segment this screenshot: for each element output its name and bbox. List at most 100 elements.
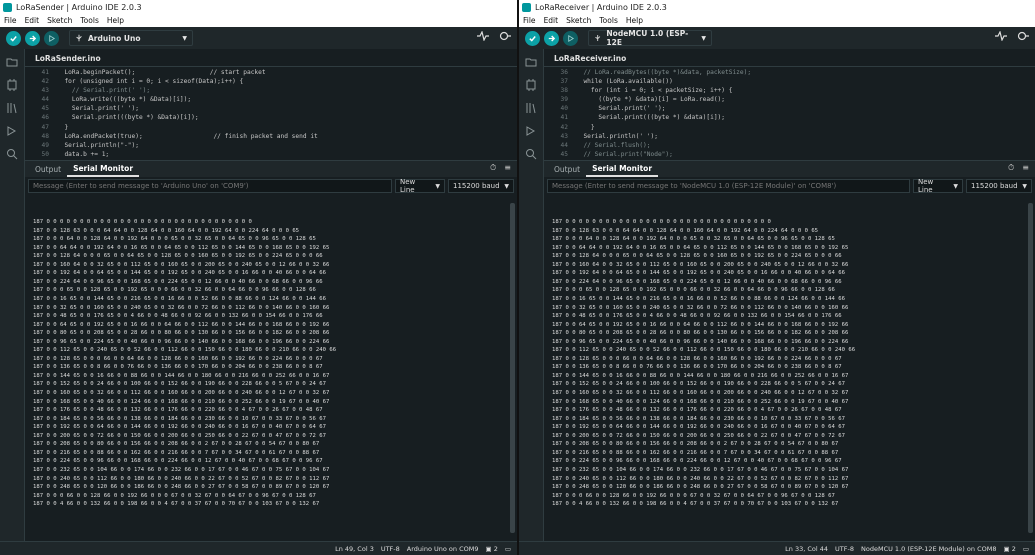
monitor-line: 187 0 0 248 65 0 0 120 66 0 0 186 66 0 0… bbox=[33, 484, 330, 491]
message-input[interactable] bbox=[547, 179, 910, 193]
chevron-down-icon: ▼ bbox=[1022, 182, 1027, 190]
toolbar-right bbox=[477, 31, 511, 41]
library-manager-icon[interactable] bbox=[6, 101, 19, 114]
scrollbar[interactable] bbox=[1028, 203, 1033, 533]
code-text[interactable]: // LoRa.readBytes((byte *)&data, packetS… bbox=[576, 67, 751, 160]
search-icon[interactable] bbox=[525, 147, 538, 160]
baud-rate-select[interactable]: 115200 baud ▼ bbox=[966, 179, 1032, 193]
monitor-line: 187 0 0 240 65 0 0 112 66 0 0 180 66 0 0… bbox=[552, 475, 849, 482]
monitor-line: 187 0 0 168 65 0 0 40 66 0 0 124 66 0 0 … bbox=[33, 398, 330, 405]
debug-panel-icon[interactable] bbox=[6, 124, 19, 137]
monitor-line: 187 0 0 96 65 0 0 224 65 0 0 40 66 0 0 9… bbox=[33, 338, 330, 345]
monitor-line: 187 0 0 16 65 0 0 144 65 0 0 216 65 0 0 … bbox=[552, 296, 845, 303]
monitor-line: 187 0 0 4 66 0 0 132 66 0 0 198 66 0 0 4… bbox=[552, 501, 839, 508]
debug-panel-icon[interactable] bbox=[525, 124, 538, 137]
clear-output-icon[interactable]: ≡ bbox=[1022, 163, 1029, 173]
monitor-line: 187 0 0 128 65 0 0 0 66 0 0 64 66 0 0 12… bbox=[33, 355, 323, 362]
library-manager-icon[interactable] bbox=[525, 101, 538, 114]
cursor-position[interactable]: Ln 49, Col 3 bbox=[335, 545, 374, 553]
menu-help[interactable]: Help bbox=[626, 16, 643, 25]
monitor-line: 187 0 0 160 64 0 0 32 65 0 0 112 65 0 0 … bbox=[552, 261, 849, 268]
menu-sketch[interactable]: Sketch bbox=[47, 16, 72, 25]
monitor-line: 187 0 0 208 65 0 0 80 66 0 0 156 66 0 0 … bbox=[552, 441, 839, 448]
serial-monitor-icon[interactable] bbox=[499, 31, 511, 41]
monitor-line: 187 0 0 64 65 0 0 192 65 0 0 16 66 0 0 6… bbox=[33, 321, 330, 328]
layout-icon[interactable]: ▭ bbox=[505, 545, 511, 553]
timestamp-toggle-icon[interactable]: ⏱ bbox=[490, 163, 496, 173]
monitor-line: 187 0 0 152 65 0 0 24 66 0 0 100 66 0 0 … bbox=[552, 381, 845, 388]
tab-serial-monitor[interactable]: Serial Monitor bbox=[586, 161, 659, 177]
debug-button[interactable] bbox=[563, 30, 578, 46]
tab-sketch[interactable]: LoRaSender.ino bbox=[29, 50, 107, 66]
tab-sketch[interactable]: LoRaReceiver.ino bbox=[548, 50, 633, 66]
menu-edit[interactable]: Edit bbox=[25, 16, 40, 25]
menu-file[interactable]: File bbox=[4, 16, 17, 25]
scrollbar[interactable] bbox=[510, 203, 515, 533]
notification-count[interactable]: ▣ 2 bbox=[1003, 545, 1015, 553]
debug-button[interactable] bbox=[44, 30, 59, 46]
board-manager-icon[interactable] bbox=[525, 78, 538, 91]
board-selector[interactable]: Arduino Uno ▼ bbox=[69, 30, 193, 46]
cursor-position[interactable]: Ln 33, Col 44 bbox=[785, 545, 828, 553]
monitor-line: 187 0 0 176 65 0 0 48 66 0 0 132 66 0 0 … bbox=[552, 407, 842, 414]
menu-tools[interactable]: Tools bbox=[599, 16, 617, 25]
notification-count[interactable]: ▣ 2 bbox=[485, 545, 497, 553]
verify-button[interactable] bbox=[6, 30, 21, 46]
monitor-line: 187 0 0 128 63 0 0 0 64 64 0 0 128 64 0 … bbox=[33, 227, 300, 234]
serial-monitor-output[interactable]: 187 0 0 0 0 0 0 0 0 0 0 0 0 0 0 0 0 0 0 … bbox=[25, 195, 517, 541]
title-bar: LoRaReceiver | Arduino IDE 2.0.3 bbox=[519, 0, 1035, 14]
board-selector[interactable]: NodeMCU 1.0 (ESP-12E ▼ bbox=[588, 29, 712, 47]
code-line: LoRa.endPacket(true); // finish packet a… bbox=[57, 132, 318, 140]
timestamp-toggle-icon[interactable]: ⏱ bbox=[1008, 163, 1014, 173]
editor-tabs: LoRaReceiver.ino bbox=[544, 49, 1035, 67]
menu-bar: File Edit Sketch Tools Help bbox=[519, 14, 1035, 27]
menu-sketch[interactable]: Sketch bbox=[566, 16, 591, 25]
board-port[interactable]: NodeMCU 1.0 (ESP-12E Module) on COM8 bbox=[861, 545, 996, 553]
menu-edit[interactable]: Edit bbox=[544, 16, 559, 25]
menu-help[interactable]: Help bbox=[107, 16, 124, 25]
line-ending-select[interactable]: New Line ▼ bbox=[395, 178, 445, 194]
monitor-line: 187 0 0 160 65 0 0 32 66 0 0 112 66 0 0 … bbox=[33, 390, 330, 397]
toolbar: Arduino Uno ▼ bbox=[0, 27, 517, 49]
panel-tabs: Output Serial Monitor ⏱ ≡ bbox=[544, 161, 1035, 177]
tab-output[interactable]: Output bbox=[548, 161, 586, 177]
monitor-line: 187 0 0 216 65 0 0 88 66 0 0 162 66 0 0 … bbox=[33, 449, 320, 456]
menu-tools[interactable]: Tools bbox=[80, 16, 98, 25]
monitor-line: 187 0 0 136 65 0 0 8 66 0 0 76 66 0 0 13… bbox=[33, 364, 323, 371]
encoding: UTF-8 bbox=[380, 544, 400, 553]
verify-button[interactable] bbox=[525, 30, 540, 46]
serial-monitor-output[interactable]: 187 0 0 0 0 0 0 0 0 0 0 0 0 0 0 0 0 0 0 … bbox=[544, 195, 1035, 541]
baud-rate-select[interactable]: 115200 baud ▼ bbox=[448, 179, 514, 193]
upload-button[interactable] bbox=[544, 30, 559, 46]
check-icon bbox=[10, 35, 17, 42]
chevron-down-icon: ▼ bbox=[953, 182, 958, 190]
tab-output[interactable]: Output bbox=[29, 161, 67, 177]
layout-icon[interactable]: ▭ bbox=[1023, 545, 1029, 553]
line-ending-select[interactable]: New Line ▼ bbox=[913, 178, 963, 194]
pulse-icon[interactable] bbox=[995, 31, 1007, 41]
left-sidebar bbox=[0, 49, 25, 541]
folder-icon[interactable] bbox=[525, 55, 538, 68]
folder-icon[interactable] bbox=[6, 55, 19, 68]
message-input[interactable] bbox=[28, 179, 392, 193]
main-area: LoRaSender.ino 41 42 43 44 45 46 47 48 4… bbox=[0, 49, 517, 541]
monitor-line: 187 0 0 168 65 0 0 40 66 0 0 124 66 0 0 … bbox=[552, 398, 849, 405]
upload-button[interactable] bbox=[25, 30, 40, 46]
search-icon[interactable] bbox=[6, 147, 19, 160]
code-editor[interactable]: 41 42 43 44 45 46 47 48 49 50 51 52 LoRa… bbox=[25, 67, 517, 161]
tab-serial-monitor[interactable]: Serial Monitor bbox=[67, 161, 140, 177]
monitor-line: 187 0 0 80 65 0 0 208 65 0 0 28 66 0 0 8… bbox=[552, 330, 849, 337]
code-text[interactable]: LoRa.beginPacket(); // start packet for … bbox=[57, 67, 318, 160]
monitor-line: 187 0 0 0 65 0 0 128 65 0 0 192 65 0 0 0… bbox=[552, 287, 835, 294]
board-manager-icon[interactable] bbox=[6, 78, 19, 91]
baud-rate-value: 115200 baud bbox=[971, 182, 1018, 190]
board-port[interactable]: Arduino Uno on COM9 bbox=[407, 545, 479, 553]
serial-monitor-icon[interactable] bbox=[1017, 31, 1029, 41]
code-editor[interactable]: 36 37 38 39 40 41 42 43 44 45 46 47 48 /… bbox=[544, 67, 1035, 161]
clear-output-icon[interactable]: ≡ bbox=[504, 163, 511, 173]
window-title: LoRaSender | Arduino IDE 2.0.3 bbox=[16, 2, 142, 12]
pulse-icon[interactable] bbox=[477, 31, 489, 41]
menu-file[interactable]: File bbox=[523, 16, 536, 25]
monitor-line: 187 0 0 240 65 0 0 112 66 0 0 180 66 0 0… bbox=[33, 475, 330, 482]
menu-bar: File Edit Sketch Tools Help bbox=[0, 14, 517, 27]
